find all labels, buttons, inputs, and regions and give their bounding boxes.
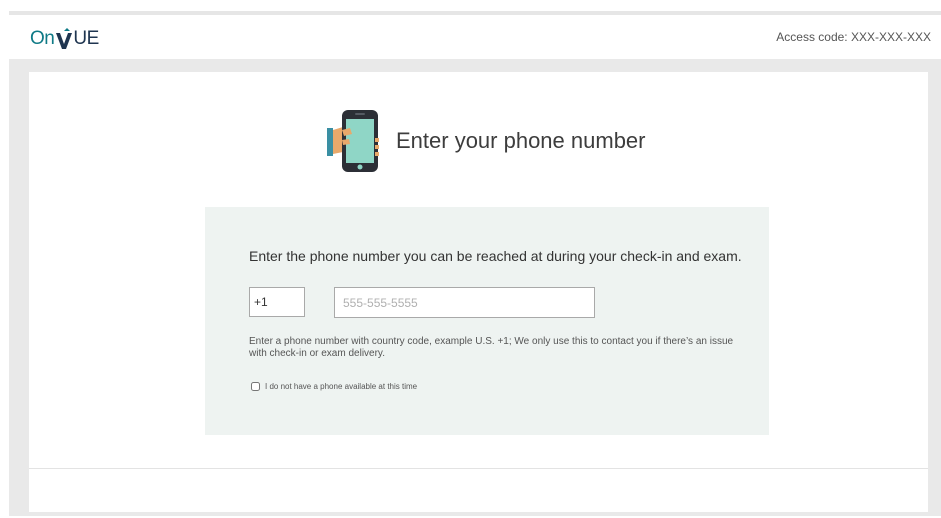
no-phone-option[interactable]: I do not have a phone available at this … — [251, 382, 417, 391]
phone-instruction: Enter the phone number you can be reache… — [249, 248, 742, 264]
logo-prefix: On — [30, 28, 55, 49]
no-phone-label: I do not have a phone available at this … — [265, 382, 418, 391]
access-code: Access code: XXX-XXX-XXX — [776, 30, 931, 44]
logo-suffix: UE — [73, 28, 99, 49]
phone-form-panel: Enter the phone number you can be reache… — [205, 207, 769, 435]
logo-v-mark-icon — [56, 28, 73, 49]
no-phone-checkbox[interactable] — [251, 382, 260, 391]
country-code-input[interactable] — [249, 287, 305, 317]
phone-helper-text: Enter a phone number with country code, … — [249, 336, 734, 359]
phone-in-hand-icon — [327, 110, 379, 172]
page-title: Enter your phone number — [396, 128, 646, 153]
content-card: Enter your phone number Enter the phone … — [29, 72, 928, 512]
onvue-logo: On UE — [30, 23, 99, 49]
page-heading: Enter your phone number — [326, 108, 646, 174]
footer-divider — [29, 468, 928, 469]
header-bar: On UE Access code: XXX-XXX-XXX — [0, 15, 941, 59]
phone-number-input[interactable] — [334, 287, 595, 318]
